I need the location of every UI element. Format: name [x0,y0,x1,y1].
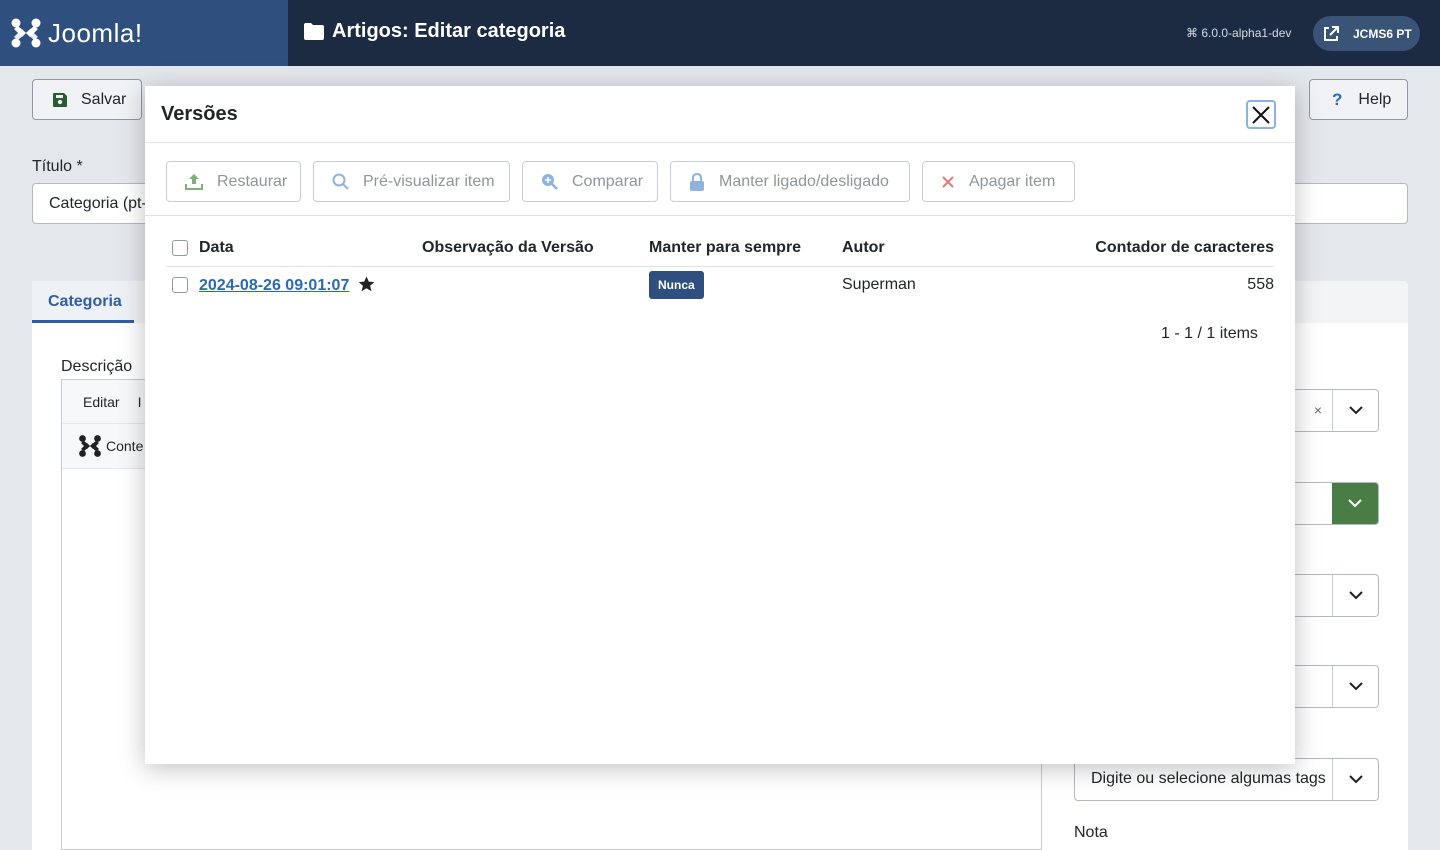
joomla-icon [11,18,41,48]
preview-button[interactable]: Pré-visualizar item [313,161,510,202]
pagination-info: 1 - 1 / 1 items [1161,325,1258,342]
site-name: JCMS6 PT [1353,26,1412,41]
title-label: Título * [32,158,83,175]
editor-menu-insert[interactable]: I [138,394,142,410]
versions-table: Data Observação da Versão Manter para se… [166,231,1274,304]
row-checkbox-cell [166,266,199,304]
close-icon [1252,105,1270,124]
tags-placeholder: Digite ou selecione algumas tags [1091,770,1326,787]
question-icon: ? [1332,89,1343,109]
app-header: Joomla! Artigos: Editar categoria ⌘ 6.0.… [0,0,1440,66]
content-button[interactable]: Conte [106,438,143,454]
modal-actions: Restaurar Pré-visualizar item Comparar M… [145,143,1295,216]
external-link-icon [1321,24,1341,44]
header-checkbox-cell [166,231,199,267]
row-checkbox[interactable] [172,277,188,294]
row-note-cell [422,266,649,304]
row-chars-cell: 558 [1247,276,1274,294]
editor-menu-edit[interactable]: Editar [83,394,120,410]
save-button[interactable]: Salvar [32,79,142,120]
search-icon [332,173,349,190]
close-button[interactable] [1246,100,1276,129]
compare-button[interactable]: Comparar [522,161,658,202]
tags-select[interactable]: Digite ou selecione algumas tags [1074,758,1379,801]
keep-badge[interactable]: Nunca [649,271,704,300]
keep-toggle-button[interactable]: Manter ligado/desligado [670,161,910,202]
save-icon [53,92,67,107]
help-button[interactable]: ? Help [1309,79,1408,120]
column-header-keep[interactable]: Manter para sempre [649,231,842,267]
row-author-cell: Superman [842,276,916,294]
column-header-author[interactable]: Autor [842,231,1022,267]
joomla-small-icon: ⌘ [1186,26,1198,40]
chevron-down-icon [1332,666,1378,707]
table-header-row: Data Observação da Versão Manter para se… [166,231,1274,267]
times-icon [942,175,954,188]
clear-icon[interactable]: × [1314,402,1322,418]
chevron-down-icon [1332,483,1378,524]
column-header-date[interactable]: Data [199,231,422,267]
view-site-button[interactable]: JCMS6 PT [1313,16,1420,51]
chevron-down-icon [1332,390,1378,431]
note-label: Nota [1074,824,1108,841]
description-label: Descrição [61,358,133,375]
row-keep-cell: Nunca [649,266,842,304]
joomla-logo[interactable]: Joomla! [0,0,288,66]
star-icon [358,276,375,291]
modal-title: Versões [161,103,238,125]
chevron-down-icon [1332,759,1378,800]
delete-button[interactable]: Apagar item [922,161,1075,202]
restore-button[interactable]: Restaurar [166,161,301,202]
zoom-in-icon [542,174,558,190]
page-title-text: Artigos: Editar categoria [332,20,566,42]
joomla-icon [79,435,101,457]
column-header-chars[interactable]: Contador de caracteres [1022,231,1274,267]
lock-icon [690,172,704,191]
brand-name: Joomla! [48,17,143,48]
modal-header: Versões [145,86,1295,143]
chevron-down-icon [1332,575,1378,616]
row-date-cell: 2024-08-26 09:01:07 [199,266,422,304]
column-header-note[interactable]: Observação da Versão [422,231,649,267]
version-date-link[interactable]: 2024-08-26 09:01:07 [199,277,349,294]
table-row: 2024-08-26 09:01:07 Nunca Superman 558 [166,266,1274,304]
folder-icon [304,23,324,40]
page-title: Artigos: Editar categoria [304,20,565,43]
select-all-checkbox[interactable] [172,240,188,257]
upload-icon [185,174,203,190]
tab-category[interactable]: Categoria [32,281,134,323]
version-label: ⌘ 6.0.0-alpha1-dev [1186,26,1292,40]
versions-modal: Versões Restaurar Pré-visualizar item Co… [145,86,1295,764]
